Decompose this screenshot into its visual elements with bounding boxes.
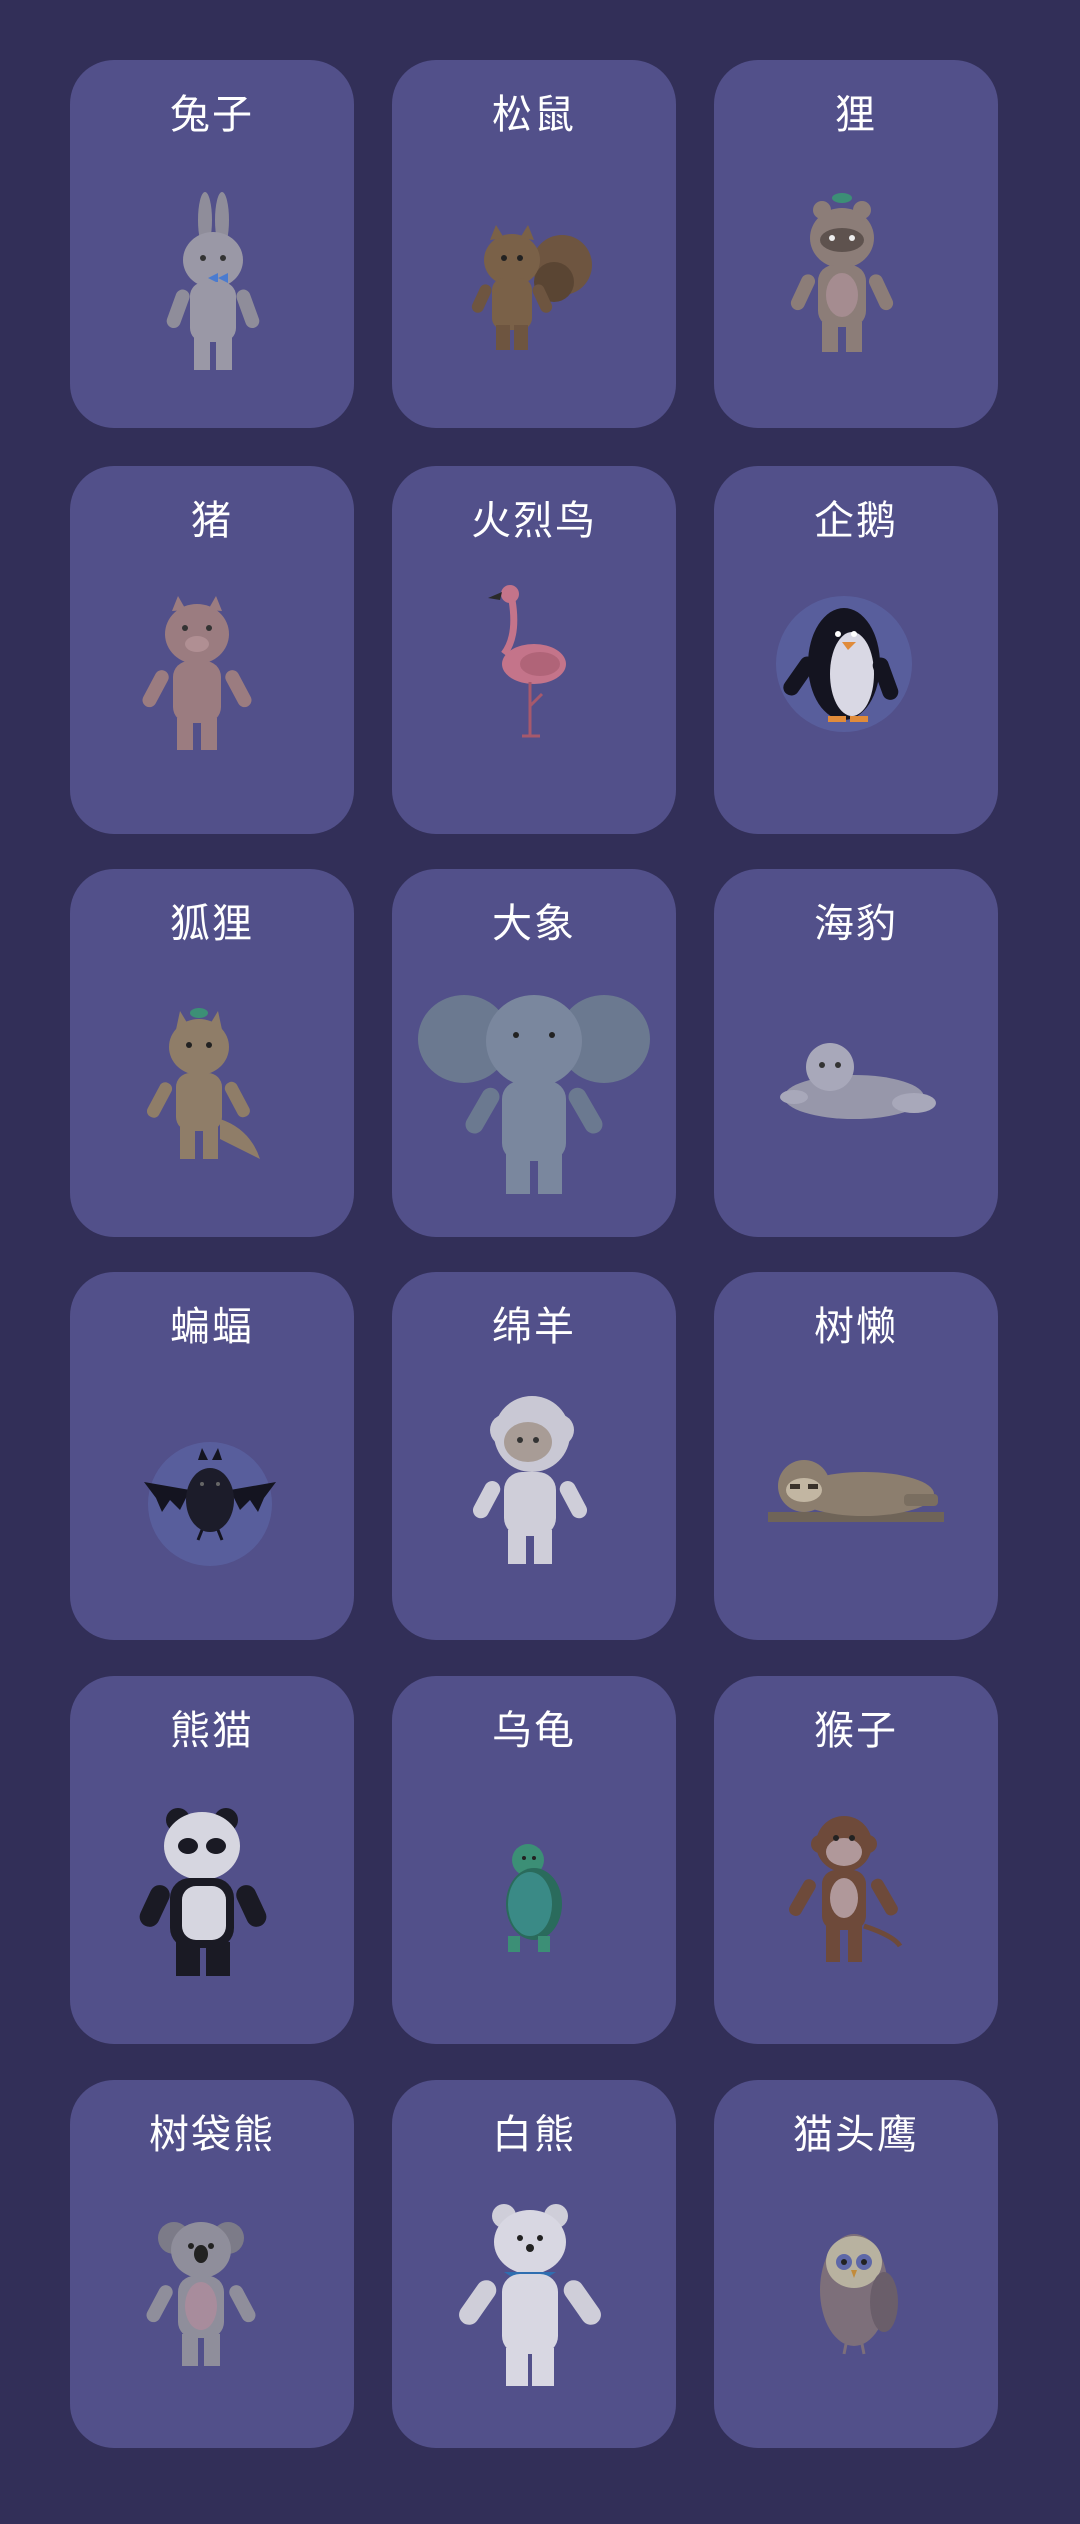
animal-card-penguin[interactable]: 企鹅 — [714, 466, 998, 834]
animal-card-owl[interactable]: 猫头鹰 — [714, 2080, 998, 2448]
card-title: 乌龟 — [492, 1708, 576, 1754]
seal-icon — [714, 979, 998, 1229]
animal-card-rabbit[interactable]: 兔子 — [70, 60, 354, 428]
turtle-icon — [392, 1786, 676, 2036]
animal-card-panda[interactable]: 熊猫 — [70, 1676, 354, 2044]
bat-icon — [70, 1382, 354, 1632]
card-title: 熊猫 — [170, 1708, 254, 1754]
animal-card-sheep[interactable]: 绵羊 — [392, 1272, 676, 1640]
raccoon-dog-icon — [714, 170, 998, 420]
sheep-icon — [392, 1382, 676, 1632]
card-title: 松鼠 — [492, 92, 576, 138]
card-title: 海豹 — [814, 901, 898, 947]
squirrel-icon — [392, 170, 676, 420]
card-title: 企鹅 — [814, 498, 898, 544]
fox-icon — [70, 979, 354, 1229]
animal-card-flamingo[interactable]: 火烈鸟 — [392, 466, 676, 834]
owl-icon — [714, 2190, 998, 2440]
card-title: 兔子 — [170, 92, 254, 138]
flamingo-icon — [392, 576, 676, 826]
panda-icon — [70, 1786, 354, 2036]
koala-icon — [70, 2190, 354, 2440]
animal-card-elephant[interactable]: 大象 — [392, 869, 676, 1237]
animal-card-seal[interactable]: 海豹 — [714, 869, 998, 1237]
animal-card-turtle[interactable]: 乌龟 — [392, 1676, 676, 2044]
animal-card-raccoon-dog[interactable]: 狸 — [714, 60, 998, 428]
animal-card-sloth[interactable]: 树懒 — [714, 1272, 998, 1640]
card-title: 猫头鹰 — [793, 2112, 919, 2158]
card-title: 树懒 — [814, 1304, 898, 1350]
sloth-icon — [714, 1382, 998, 1632]
card-title: 大象 — [492, 901, 576, 947]
monkey-icon — [714, 1786, 998, 2036]
animal-card-pig[interactable]: 猪 — [70, 466, 354, 834]
card-title: 猴子 — [814, 1708, 898, 1754]
animal-card-squirrel[interactable]: 松鼠 — [392, 60, 676, 428]
elephant-icon — [392, 979, 676, 1229]
card-title: 绵羊 — [492, 1304, 576, 1350]
card-title: 猪 — [191, 498, 233, 544]
card-title: 蝙蝠 — [170, 1304, 254, 1350]
pig-icon — [70, 576, 354, 826]
card-title: 火烈鸟 — [471, 498, 597, 544]
card-title: 狸 — [835, 92, 877, 138]
animal-card-fox[interactable]: 狐狸 — [70, 869, 354, 1237]
card-title: 白熊 — [492, 2112, 576, 2158]
animal-card-polar-bear[interactable]: 白熊 — [392, 2080, 676, 2448]
animal-card-koala[interactable]: 树袋熊 — [70, 2080, 354, 2448]
animal-card-monkey[interactable]: 猴子 — [714, 1676, 998, 2044]
penguin-icon — [714, 576, 998, 826]
card-title: 狐狸 — [170, 901, 254, 947]
polar-bear-icon — [392, 2190, 676, 2440]
animal-grid: 兔子 松鼠 狸 猪 火烈鸟 企鹅 狐狸 大象 海豹 蝙蝠 绵羊 树懒 熊猫 乌龟… — [0, 0, 1080, 2524]
rabbit-icon — [70, 170, 354, 420]
animal-card-bat[interactable]: 蝙蝠 — [70, 1272, 354, 1640]
card-title: 树袋熊 — [149, 2112, 275, 2158]
